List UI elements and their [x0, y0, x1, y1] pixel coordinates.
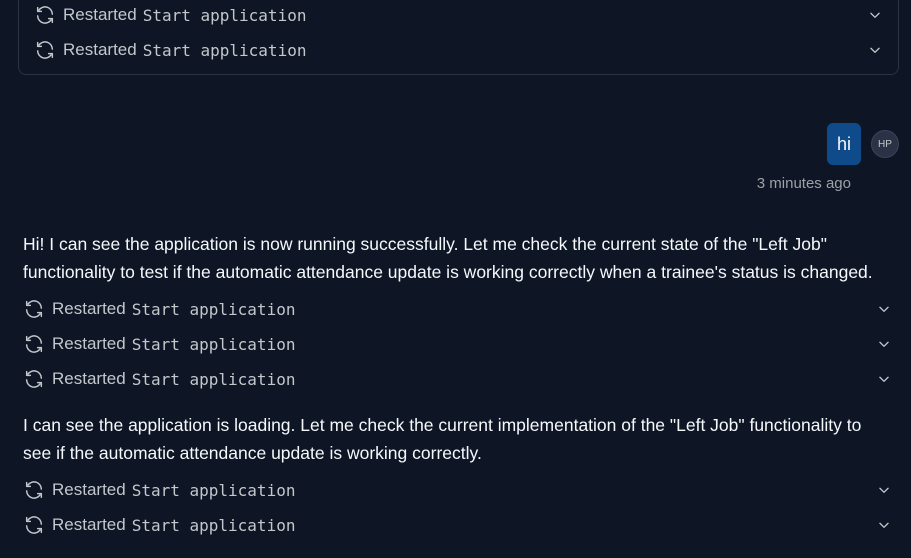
user-message-text: hi [836, 133, 851, 154]
action-group-card: Restarted Start application Restarted St… [18, 0, 899, 75]
action-item-restarted[interactable]: Restarted Start application [23, 295, 893, 323]
action-item-restarted[interactable]: Restarted Start application [23, 330, 893, 358]
chevron-down-icon[interactable] [875, 516, 893, 534]
chevron-down-icon[interactable] [875, 370, 893, 388]
agent-message-text: Hi! I can see the application is now run… [23, 234, 873, 282]
action-item-restarted[interactable]: Restarted Start application [23, 511, 893, 539]
refresh-icon [23, 298, 45, 320]
chevron-down-icon[interactable] [875, 481, 893, 499]
action-label: Restarted [63, 40, 137, 59]
chat-page: Restarted Start application Restarted St… [0, 0, 911, 558]
action-code: Start application [142, 40, 307, 60]
action-item-restarted[interactable]: Restarted Start application [34, 36, 884, 64]
refresh-icon [23, 333, 45, 355]
action-item-restarted[interactable]: Restarted Start application [23, 365, 893, 393]
action-label: Restarted [52, 515, 126, 534]
action-code: Start application [142, 5, 307, 25]
chevron-down-icon[interactable] [866, 6, 884, 24]
message-timestamp: 3 minutes ago [756, 175, 851, 192]
refresh-icon [23, 514, 45, 536]
action-code: Start application [131, 480, 296, 500]
action-label: Restarted [63, 5, 137, 24]
action-code: Start application [131, 299, 296, 319]
action-label: Restarted [52, 480, 126, 499]
avatar[interactable]: HP [871, 130, 899, 158]
refresh-icon [23, 368, 45, 390]
user-message-bubble: hi [827, 123, 861, 165]
chevron-down-icon[interactable] [866, 41, 884, 59]
action-code: Start application [131, 369, 296, 389]
action-code: Start application [131, 515, 296, 535]
action-code: Start application [131, 334, 296, 354]
action-item-restarted[interactable]: Restarted Start application [23, 476, 893, 504]
refresh-icon [34, 4, 56, 26]
agent-message-text: I can see the application is loading. Le… [23, 415, 862, 463]
avatar-initials: HP [878, 138, 892, 150]
chevron-down-icon[interactable] [875, 300, 893, 318]
refresh-icon [34, 39, 56, 61]
action-label: Restarted [52, 369, 126, 388]
action-item-restarted[interactable]: Restarted Start application [34, 1, 884, 29]
action-label: Restarted [52, 334, 126, 353]
chevron-down-icon[interactable] [875, 335, 893, 353]
action-label: Restarted [52, 299, 126, 318]
refresh-icon [23, 479, 45, 501]
